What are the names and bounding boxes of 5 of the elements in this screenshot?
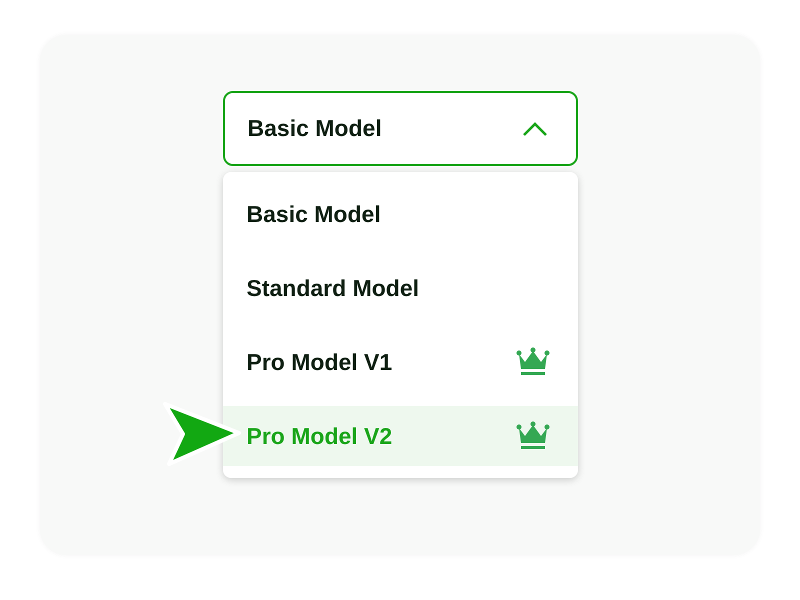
menu-option[interactable]: Pro Model V1	[222, 332, 578, 392]
menu-option[interactable]: Standard Model	[222, 258, 578, 318]
menu-option[interactable]: Basic Model	[222, 184, 578, 244]
chevron-icon	[522, 120, 548, 136]
model-select[interactable]: Basic Model	[222, 91, 578, 166]
